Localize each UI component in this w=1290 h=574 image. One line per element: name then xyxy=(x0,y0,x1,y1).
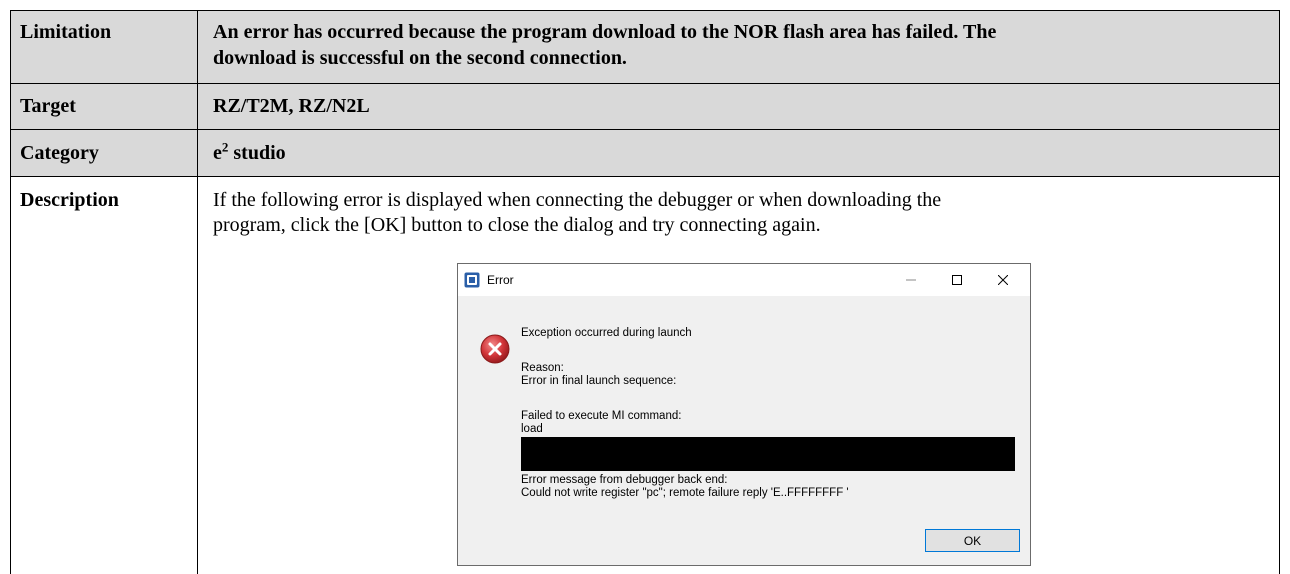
document-page: Limitation An error has occurred because… xyxy=(0,0,1290,574)
description-text-line1: If the following error is displayed when… xyxy=(213,189,942,211)
error-dialog: Error Exception occurred during launch R… xyxy=(457,263,1031,566)
dialog-title: Error xyxy=(487,273,514,287)
table-border-row1 xyxy=(10,83,1280,84)
backend-message: Could not write register "pc"; remote fa… xyxy=(521,487,849,499)
minimize-icon xyxy=(906,279,916,281)
limitation-label: Limitation xyxy=(20,21,112,43)
limitation-text-line1: An error has occurred because the progra… xyxy=(213,21,997,43)
redacted-block xyxy=(521,437,1015,471)
target-label: Target xyxy=(20,95,76,117)
table-border-row3 xyxy=(10,176,1280,177)
category-value: e2 studio xyxy=(213,140,286,165)
description-text-line2: program, click the [OK] button to close … xyxy=(213,214,821,236)
command-text: load xyxy=(521,423,543,435)
maximize-button[interactable] xyxy=(934,264,980,296)
dialog-titlebar: Error xyxy=(458,264,1030,296)
message-heading: Exception occurred during launch xyxy=(521,327,692,339)
backend-label: Error message from debugger back end: xyxy=(521,474,728,486)
table-border-row2 xyxy=(10,129,1280,130)
category-label: Category xyxy=(20,142,99,164)
category-row-bg xyxy=(11,130,1279,176)
table-border-mid xyxy=(197,10,198,574)
category-value-rest: studio xyxy=(228,142,286,164)
table-border-top xyxy=(10,10,1280,11)
limitation-text-line2: download is successful on the second con… xyxy=(213,47,627,69)
maximize-icon xyxy=(952,275,962,285)
failed-text: Failed to execute MI command: xyxy=(521,410,682,422)
target-row-bg xyxy=(11,84,1279,129)
category-value-base: e xyxy=(213,142,222,164)
ok-button[interactable]: OK xyxy=(925,529,1020,552)
description-label: Description xyxy=(20,189,119,211)
target-value: RZ/T2M, RZ/N2L xyxy=(213,95,370,117)
error-icon xyxy=(480,334,510,364)
table-border-right xyxy=(1279,10,1280,574)
close-button[interactable] xyxy=(980,264,1026,296)
reason-label: Reason: xyxy=(521,362,564,374)
table-border-left xyxy=(10,10,11,574)
reason-text: Error in final launch sequence: xyxy=(521,375,677,387)
ok-button-label: OK xyxy=(963,533,982,548)
minimize-button[interactable] xyxy=(888,264,934,296)
app-icon xyxy=(464,272,480,288)
close-icon xyxy=(998,275,1008,285)
